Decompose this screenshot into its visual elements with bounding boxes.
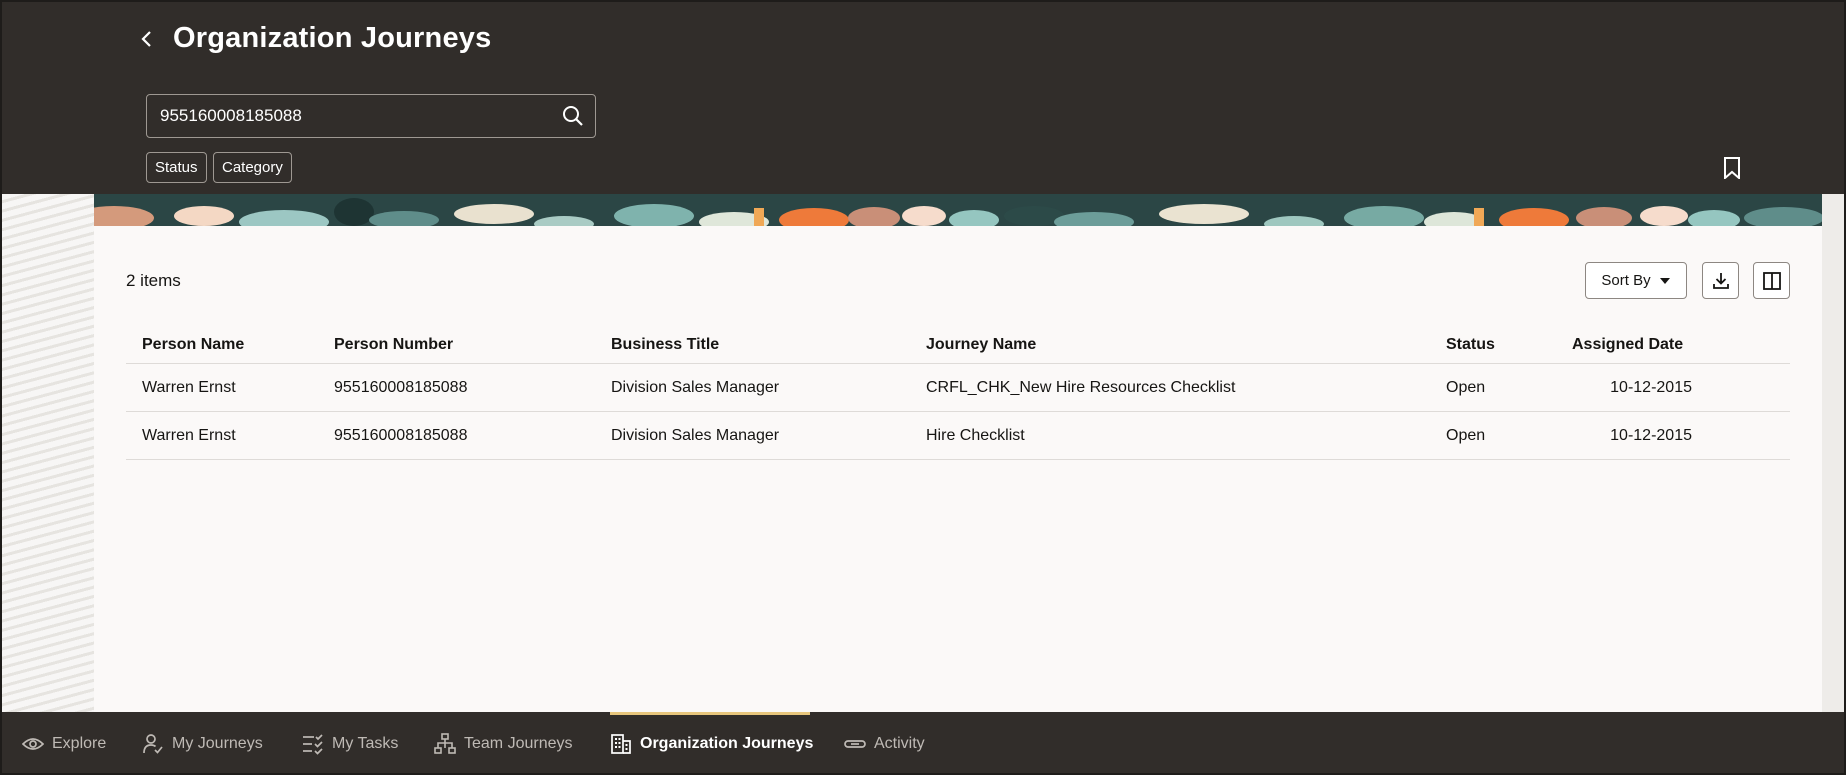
person-check-icon [142, 733, 164, 755]
column-header-assigned-date[interactable]: Assigned Date [1572, 336, 1692, 354]
nav-team-journeys-label: Team Journeys [464, 734, 573, 752]
items-count: 2 items [126, 271, 181, 290]
nav-activity-label: Activity [874, 734, 925, 752]
search-input[interactable] [147, 106, 551, 126]
nav-my-journeys[interactable]: My Journeys [142, 712, 263, 775]
column-header-journey-name[interactable]: Journey Name [926, 336, 1446, 354]
page-title: Organization Journeys [173, 22, 492, 54]
cell-person-name: Warren Ernst [142, 426, 236, 444]
cell-assigned-date: 10-12-2015 [1610, 378, 1692, 396]
cell-person-name: Warren Ernst [142, 378, 236, 396]
main-content: 2 items Sort By Person Name Person Numbe… [94, 226, 1822, 712]
cell-person-number: 955160008185088 [334, 426, 468, 444]
decorative-side-right [1822, 194, 1844, 712]
bottom-navigation: Explore My Journeys My Tasks Team Journe… [0, 712, 1846, 775]
bookmark-button[interactable] [1718, 154, 1746, 182]
nav-my-tasks[interactable]: My Tasks [302, 712, 398, 775]
building-icon [610, 733, 632, 755]
bookmark-icon [1724, 157, 1740, 179]
download-button[interactable] [1702, 262, 1739, 299]
cell-journey-name: CRFL_CHK_New Hire Resources Checklist [926, 378, 1236, 396]
sort-by-label: Sort By [1601, 272, 1651, 289]
org-chart-icon [434, 732, 456, 755]
table-row[interactable]: Warren Ernst 955160008185088 Division Sa… [126, 364, 1790, 412]
search-box[interactable] [146, 94, 596, 138]
cell-status: Open [1446, 378, 1486, 396]
nav-activity[interactable]: Activity [844, 712, 925, 775]
column-header-person-name[interactable]: Person Name [126, 336, 334, 354]
caret-down-icon [1659, 277, 1670, 284]
cell-business-title: Division Sales Manager [611, 378, 780, 396]
column-header-business-title[interactable]: Business Title [611, 336, 926, 354]
filter-chip-status[interactable]: Status [146, 152, 207, 183]
columns-icon [1762, 271, 1781, 290]
table-header: Person Name Person Number Business Title… [126, 326, 1790, 364]
nav-organization-journeys[interactable]: Organization Journeys [610, 712, 813, 775]
nav-my-journeys-label: My Journeys [172, 734, 263, 752]
checklist-icon [302, 733, 324, 755]
search-icon [563, 106, 583, 126]
journeys-table: Person Name Person Number Business Title… [126, 326, 1790, 460]
cell-business-title: Division Sales Manager [611, 426, 780, 444]
eye-icon [22, 733, 44, 755]
column-header-status[interactable]: Status [1446, 336, 1572, 354]
nav-my-tasks-label: My Tasks [332, 734, 399, 752]
search-button[interactable] [551, 95, 595, 137]
filter-chip-category[interactable]: Category [213, 152, 292, 183]
nav-explore[interactable]: Explore [22, 712, 106, 775]
download-icon [1712, 272, 1729, 289]
column-header-person-number[interactable]: Person Number [334, 336, 611, 354]
back-button[interactable] [134, 26, 160, 52]
decorative-banner [94, 194, 1822, 226]
sort-by-button[interactable]: Sort By [1585, 262, 1687, 299]
link-icon [844, 733, 866, 755]
nav-explore-label: Explore [52, 734, 107, 752]
cell-person-number: 955160008185088 [334, 378, 468, 396]
nav-team-journeys[interactable]: Team Journeys [434, 712, 573, 775]
cell-status: Open [1446, 426, 1486, 444]
column-layout-button[interactable] [1753, 262, 1790, 299]
cell-assigned-date: 10-12-2015 [1610, 426, 1692, 444]
table-row[interactable]: Warren Ernst 955160008185088 Division Sa… [126, 412, 1790, 460]
decorative-side-left [2, 194, 94, 712]
cell-journey-name: Hire Checklist [926, 426, 1025, 444]
page-header: Organization Journeys Status Category [0, 0, 1846, 194]
nav-organization-journeys-label: Organization Journeys [640, 734, 814, 752]
chevron-left-icon [141, 31, 151, 47]
